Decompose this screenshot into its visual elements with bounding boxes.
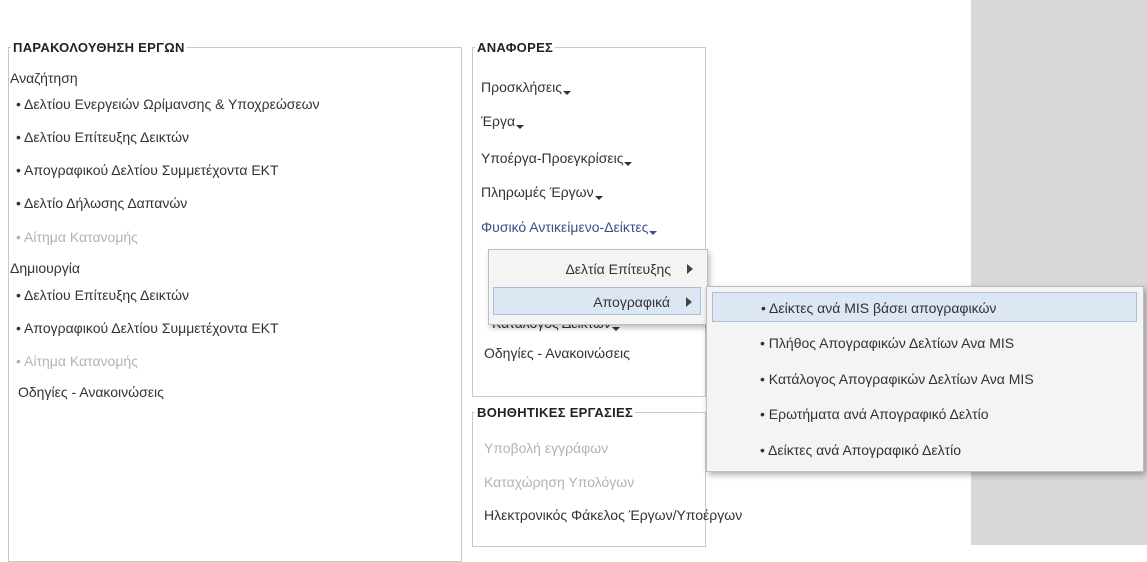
projects-instructions-link[interactable]: Οδηγίες - Ανακοινώσεις <box>18 384 164 400</box>
inventory-item-count-per-mis[interactable]: Πλήθος Απογραφικών Δελτίων Ανα MIS <box>712 328 1137 358</box>
create-item-allocation: Αίτημα Κατανομής <box>16 353 138 369</box>
caret-down-icon <box>611 327 620 331</box>
chevron-right-icon <box>686 297 692 307</box>
aux-legend: ΒΟΗΘΗΤΙΚΕΣ ΕΡΓΑΣΙΕΣ <box>477 405 634 420</box>
caret-down-icon <box>649 231 658 235</box>
inventory-item-indicators-per-mis[interactable]: Δείκτες ανά MIS βάσει απογραφικών <box>712 292 1137 322</box>
reports-item-subprojects[interactable]: Υποέργα-Προεγκρίσεις <box>481 150 633 166</box>
search-item-readiness[interactable]: Δελτίου Ενεργειών Ωρίμανσης & Υποχρεώσεω… <box>16 96 320 112</box>
search-item-expenses[interactable]: Δελτίο Δήλωσης Δαπανών <box>16 195 187 211</box>
caret-down-icon <box>624 162 633 166</box>
reports-legend: ΑΝΑΦΟΡΕΣ <box>477 40 554 55</box>
submenu-item-inventory-label: Απογραφικά <box>593 294 670 310</box>
search-item-participant[interactable]: Απογραφικού Δελτίου Συμμετέχοντα ΕΚΤ <box>16 162 279 178</box>
reports-item-subprojects-label: Υποέργα-Προεγκρίσεις <box>481 150 624 166</box>
create-item-participant[interactable]: Απογραφικού Δελτίου Συμμετέχοντα ΕΚΤ <box>16 320 279 336</box>
aux-item-e-folder[interactable]: Ηλεκτρονικός Φάκελος Έργων/Υποέργων <box>484 507 742 523</box>
reports-item-physical-object[interactable]: Φυσικό Αντικείμενο-Δείκτες <box>481 219 658 235</box>
submenu-item-inventory[interactable]: Απογραφικά <box>493 287 701 315</box>
reports-instructions-link[interactable]: Οδηγίες - Ανακοινώσεις <box>484 345 630 361</box>
reports-item-calls[interactable]: Προσκλήσεις <box>481 79 572 95</box>
reports-item-calls-label: Προσκλήσεις <box>481 79 563 95</box>
caret-down-icon <box>594 196 603 200</box>
reports-item-payments-label: Πληρωμές Έργων <box>481 184 594 200</box>
reports-item-projects[interactable]: Έργα <box>481 113 525 129</box>
physical-object-submenu: Δελτία Επίτευξης Απογραφικά <box>488 249 708 325</box>
create-item-indicators[interactable]: Δελτίου Επίτευξης Δεικτών <box>16 287 189 303</box>
search-heading: Αναζήτηση <box>10 70 78 86</box>
create-heading: Δημιουργία <box>10 260 80 276</box>
inventory-item-catalog-per-mis[interactable]: Κατάλογος Απογραφικών Δελτίων Ανα MIS <box>712 364 1137 394</box>
inventory-item-questions[interactable]: Ερωτήματα ανά Απογραφικό Δελτίο <box>712 399 1137 429</box>
aux-item-upload: Υποβολή εγγράφων <box>484 440 609 456</box>
reports-item-payments[interactable]: Πληρωμές Έργων <box>481 184 603 200</box>
chevron-right-icon <box>687 264 693 274</box>
search-item-indicators[interactable]: Δελτίου Επίτευξης Δεικτών <box>16 129 189 145</box>
caret-down-icon <box>516 125 525 129</box>
inventory-submenu: Δείκτες ανά MIS βάσει απογραφικών Πλήθος… <box>706 286 1144 472</box>
inventory-item-indicators-per-report[interactable]: Δείκτες ανά Απογραφικό Δελτίο <box>712 435 1137 465</box>
aux-item-accountables: Καταχώρηση Υπολόγων <box>484 474 635 490</box>
projects-legend: ΠΑΡΑΚΟΛΟΥΘΗΣΗ ΕΡΓΩΝ <box>13 40 185 55</box>
caret-down-icon <box>563 91 572 95</box>
submenu-item-achievement-reports-label: Δελτία Επίτευξης <box>565 261 671 277</box>
reports-item-physical-object-label: Φυσικό Αντικείμενο-Δείκτες <box>481 219 649 235</box>
reports-item-projects-label: Έργα <box>481 113 516 129</box>
submenu-item-achievement-reports[interactable]: Δελτία Επίτευξης <box>493 255 701 283</box>
search-item-allocation: Αίτημα Κατανομής <box>16 229 138 245</box>
